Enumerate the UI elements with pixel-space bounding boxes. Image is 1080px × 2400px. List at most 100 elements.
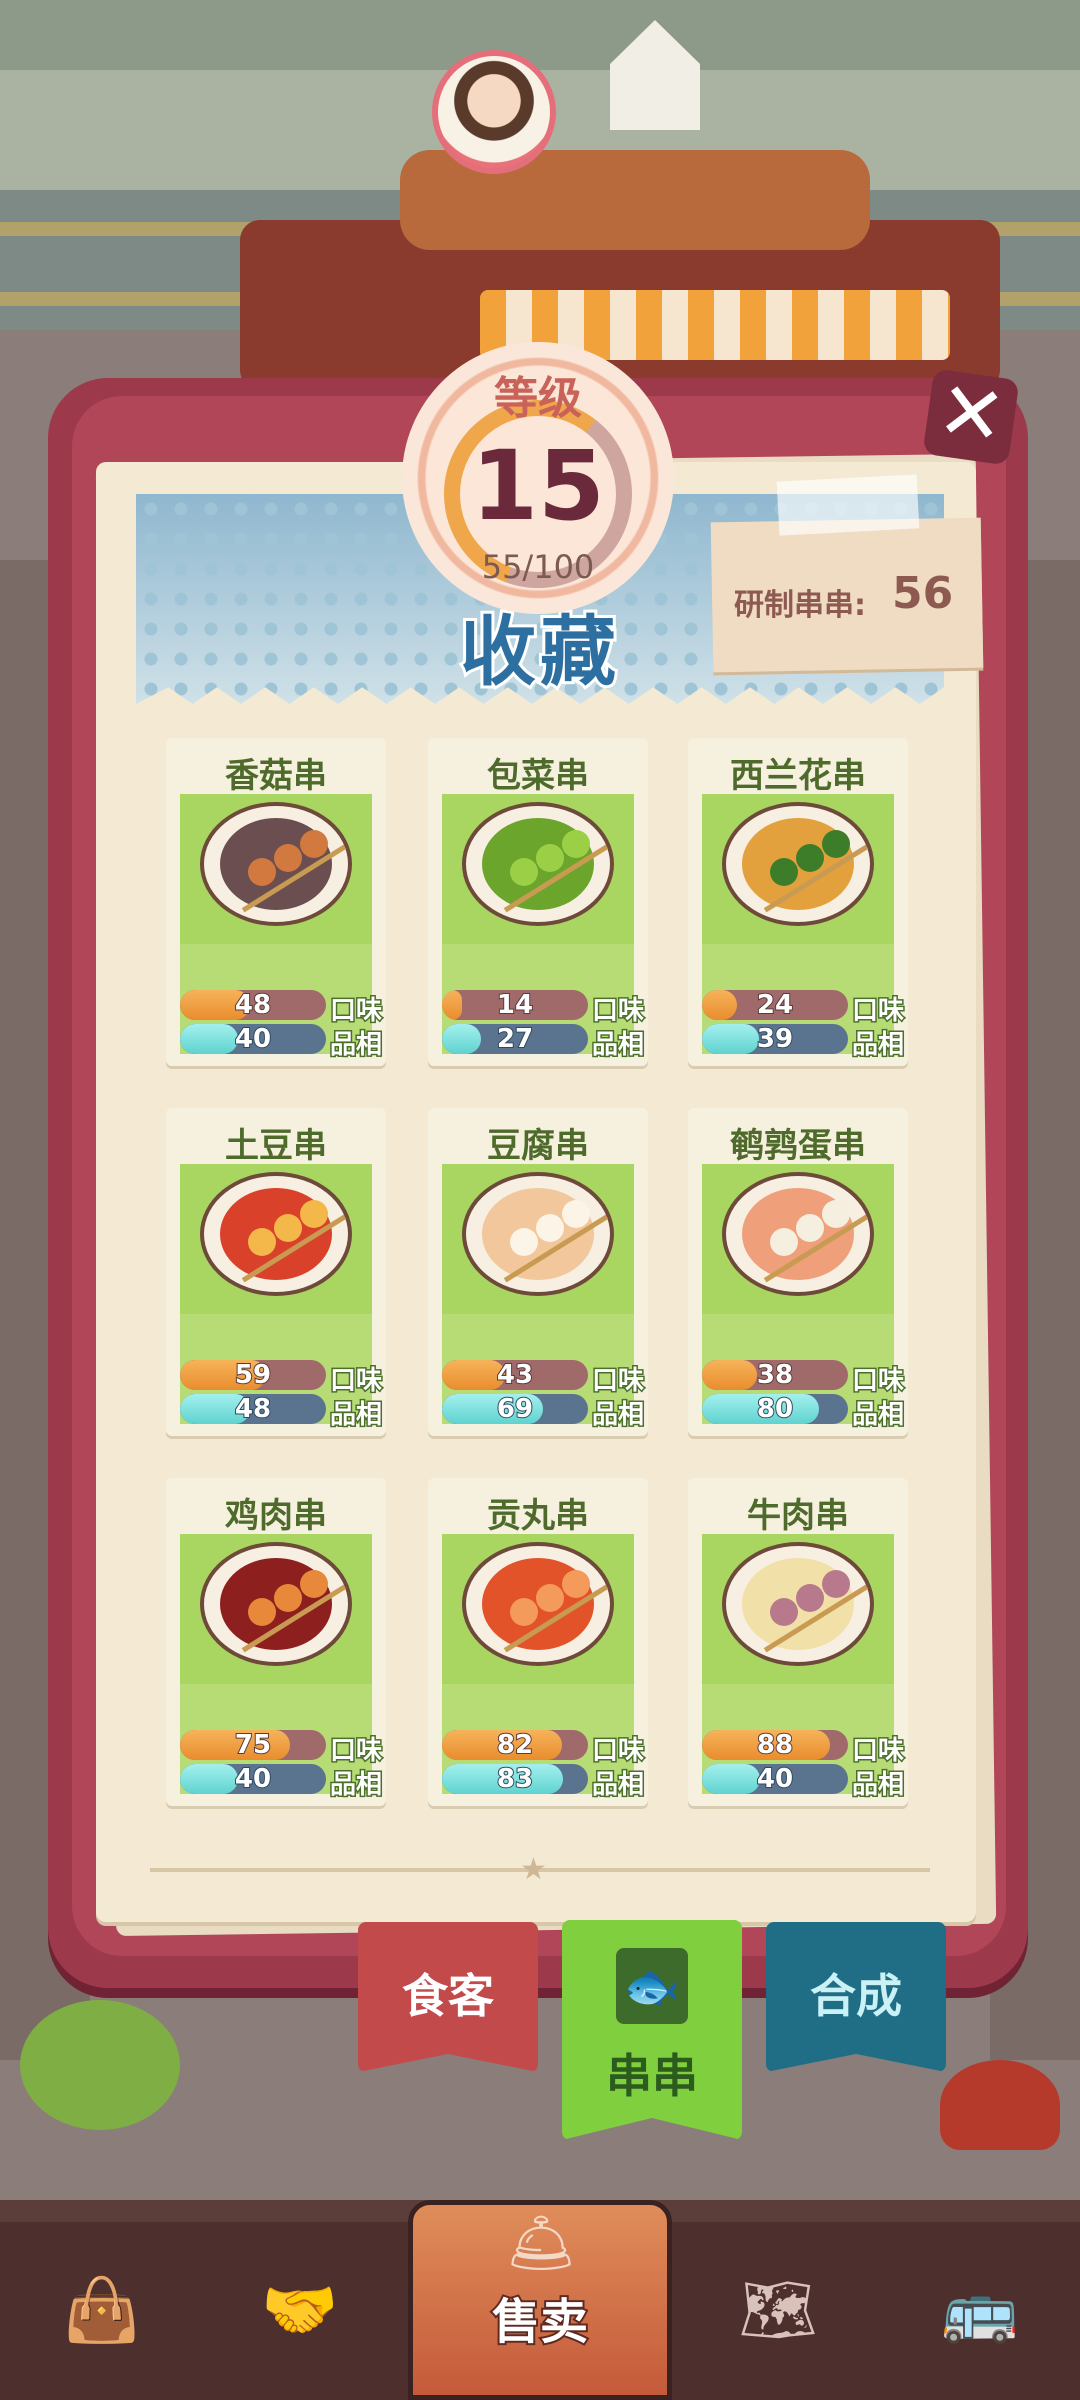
taste-label: 口味 — [328, 1735, 383, 1768]
taste-label: 口味 — [590, 995, 645, 1028]
skewer-card[interactable]: 贡丸串 82 口味 83 品相 — [428, 1478, 648, 1806]
quality-value: 27 — [496, 1024, 534, 1054]
taste-bar: 59 — [180, 1360, 326, 1390]
skewer-card[interactable]: 鹌鹑蛋串 38 口味 80 品相 — [688, 1108, 908, 1436]
level-progress-text: 55/100 — [481, 548, 595, 586]
skewer-piece — [822, 830, 850, 858]
skewer-piece — [536, 1584, 564, 1612]
star-ornament-icon: ★ — [520, 1852, 547, 1887]
quality-value: 40 — [756, 1764, 794, 1794]
fish-book-icon: 🐟 — [616, 1948, 688, 2024]
quality-label: 品相 — [850, 1029, 905, 1062]
skewer-image — [442, 1164, 634, 1314]
skewer-card[interactable]: 鸡肉串 75 口味 40 品相 — [166, 1478, 386, 1806]
skewer-card[interactable]: 西兰花串 24 口味 39 品相 — [688, 738, 908, 1066]
taste-label: 口味 — [328, 1365, 383, 1398]
quality-label: 品相 — [850, 1399, 905, 1432]
quality-value: 40 — [234, 1024, 272, 1054]
taste-label: 口味 — [850, 1365, 905, 1398]
skewer-piece — [562, 830, 590, 858]
taste-label: 口味 — [590, 1735, 645, 1768]
skewer-piece — [770, 858, 798, 886]
quality-label: 品相 — [590, 1769, 645, 1802]
skewer-card[interactable]: 豆腐串 43 口味 69 品相 — [428, 1108, 648, 1436]
research-label: 研制串串: — [734, 588, 866, 623]
quality-bar: 83 — [442, 1764, 588, 1794]
taste-bar: 88 — [702, 1730, 848, 1760]
flower-pot-decoration — [20, 2000, 180, 2130]
quality-label: 品相 — [850, 1769, 905, 1802]
skewer-image — [180, 1164, 372, 1314]
skewer-piece — [274, 1584, 302, 1612]
skewer-card[interactable]: 牛肉串 88 口味 40 品相 — [688, 1478, 908, 1806]
quality-label: 品相 — [590, 1029, 645, 1062]
skewer-card[interactable]: 土豆串 59 口味 48 品相 — [166, 1108, 386, 1436]
cooking-pot-decoration — [940, 2060, 1060, 2150]
skewer-image — [702, 1164, 894, 1314]
taste-value: 38 — [756, 1360, 794, 1390]
quality-bar: 40 — [702, 1764, 848, 1794]
skewer-piece — [300, 1200, 328, 1228]
skewer-piece — [822, 1200, 850, 1228]
skewer-piece — [300, 830, 328, 858]
skewer-card[interactable]: 香菇串 48 口味 40 品相 — [166, 738, 386, 1066]
player-avatar[interactable] — [432, 50, 556, 174]
skewer-card[interactable]: 包菜串 14 口味 27 品相 — [428, 738, 648, 1066]
plate — [200, 1172, 352, 1296]
skewer-name: 土豆串 — [225, 1126, 327, 1166]
taste-bar: 43 — [442, 1360, 588, 1390]
sell-bell-icon: 🛎 — [505, 2211, 577, 2276]
close-icon[interactable]: ✕ — [922, 363, 1020, 466]
plate — [200, 802, 352, 926]
skewer-piece — [536, 1214, 564, 1242]
taste-value: 75 — [234, 1730, 272, 1760]
skewer-piece — [248, 858, 276, 886]
skewer-image — [442, 1534, 634, 1684]
quality-bar: 40 — [180, 1764, 326, 1794]
taste-value: 88 — [756, 1730, 794, 1760]
tape — [776, 474, 920, 536]
quality-bar: 40 — [180, 1024, 326, 1054]
skewer-piece — [274, 1214, 302, 1242]
quality-label: 品相 — [328, 1769, 383, 1802]
tab-guests[interactable]: 食客 — [358, 1922, 538, 2072]
taste-bar: 14 — [442, 990, 588, 1020]
skewer-image — [702, 794, 894, 944]
quality-bar: 39 — [702, 1024, 848, 1054]
skewer-name: 豆腐串 — [487, 1126, 589, 1166]
taste-label: 口味 — [850, 1735, 905, 1768]
skewer-piece — [796, 1584, 824, 1612]
quality-value: 83 — [496, 1764, 534, 1794]
skewer-name: 香菇串 — [225, 756, 327, 796]
skewer-name: 鸡肉串 — [225, 1496, 327, 1536]
skewer-image — [442, 794, 634, 944]
quality-bar: 48 — [180, 1394, 326, 1424]
skewer-piece — [536, 844, 564, 872]
skewer-piece — [822, 1570, 850, 1598]
plate — [722, 802, 874, 926]
taste-bar: 48 — [180, 990, 326, 1020]
tab-synthesis[interactable]: 合成 — [766, 1922, 946, 2072]
handshake-icon[interactable]: 🤝 — [250, 2260, 350, 2360]
skewer-piece — [248, 1598, 276, 1626]
map-icon[interactable]: 🗺 — [728, 2260, 828, 2360]
plate — [200, 1542, 352, 1666]
skewer-name: 贡丸串 — [487, 1496, 589, 1536]
taste-label: 口味 — [590, 1365, 645, 1398]
skewer-piece — [562, 1200, 590, 1228]
skewer-image — [180, 794, 372, 944]
quality-value: 80 — [756, 1394, 794, 1424]
quality-value: 39 — [756, 1024, 794, 1054]
taste-bar: 82 — [442, 1730, 588, 1760]
quality-bar: 69 — [442, 1394, 588, 1424]
quality-value: 48 — [234, 1394, 272, 1424]
plate — [462, 802, 614, 926]
taste-value: 48 — [234, 990, 272, 1020]
bag-icon[interactable]: 👜 — [52, 2260, 152, 2360]
taste-bar: 24 — [702, 990, 848, 1020]
level-value: 15 — [471, 430, 605, 542]
skewer-image — [180, 1534, 372, 1684]
skewer-name: 西兰花串 — [730, 756, 866, 796]
bus-icon[interactable]: 🚌 — [930, 2260, 1030, 2360]
quality-value: 40 — [234, 1764, 272, 1794]
